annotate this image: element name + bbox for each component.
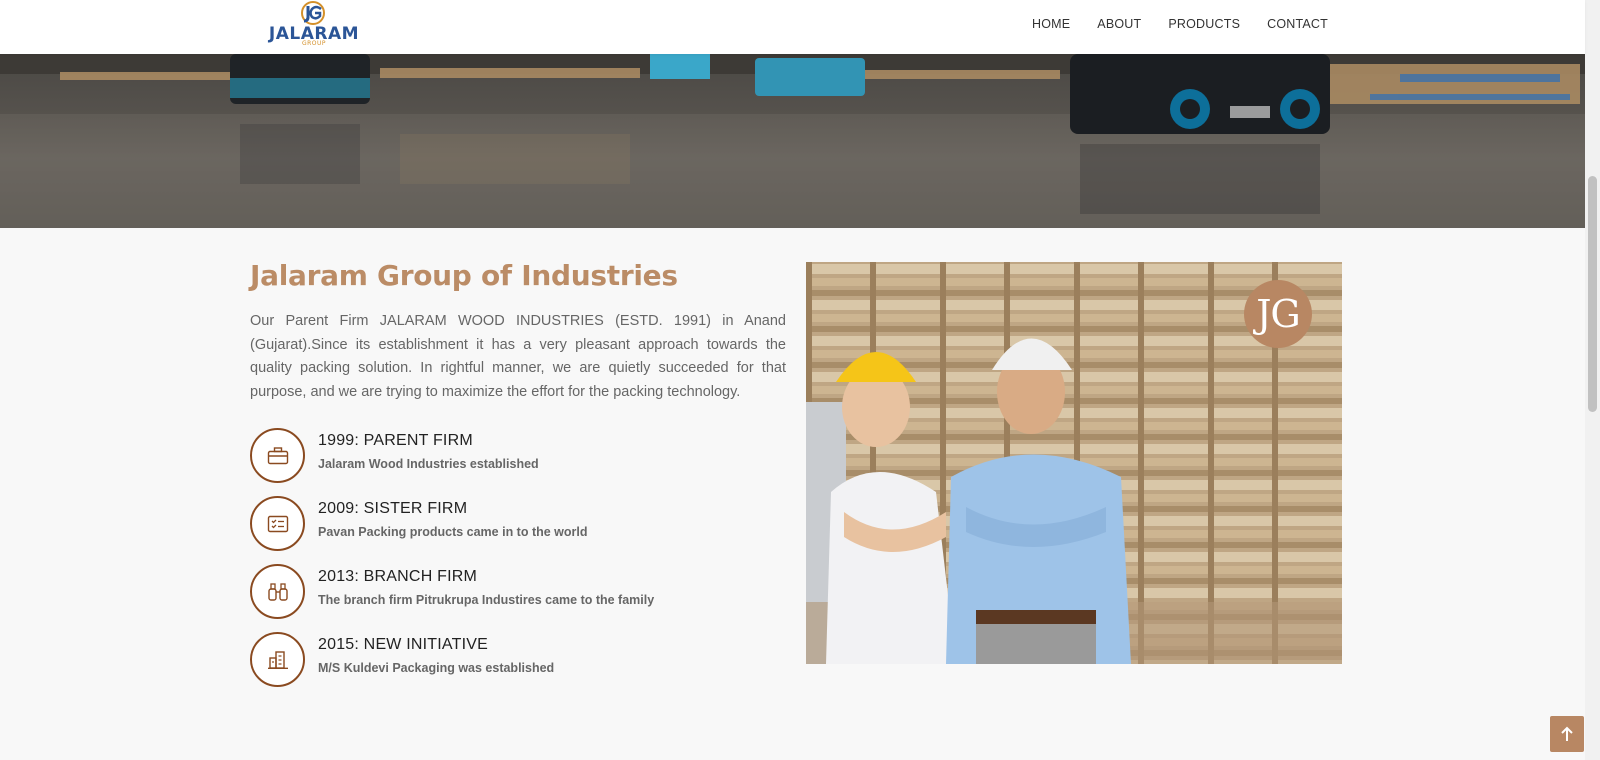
milestone-item: 2013: BRANCH FIRM The branch firm Pitruk… [250, 564, 790, 620]
main-nav: HOME ABOUT PRODUCTS CONTACT [1005, 17, 1328, 31]
milestone-item: 1999: PARENT FIRM Jalaram Wood Industrie… [250, 428, 790, 484]
jg-badge: JG [1244, 280, 1312, 348]
milestone-title: 2009: SISTER FIRM [318, 500, 468, 517]
page-scrollbar[interactable] [1585, 0, 1600, 760]
hero-banner-image [0, 54, 1585, 228]
logo-subtitle: GROUP [301, 40, 327, 47]
intro-paragraph: Our Parent Firm JALARAM WOOD INDUSTRIES … [250, 313, 786, 400]
milestone-description: Jalaram Wood Industries established [318, 457, 539, 471]
nav-contact[interactable]: CONTACT [1267, 17, 1328, 31]
milestone-item: 2009: SISTER FIRM Pavan Packing products… [250, 496, 790, 552]
milestone-title: 1999: PARENT FIRM [318, 432, 473, 449]
milestone-item: 2015: NEW INITIATIVE M/S Kuldevi Packagi… [250, 632, 790, 688]
binoculars-icon [250, 564, 305, 619]
arrow-up-icon [1561, 726, 1573, 741]
milestone-title: 2013: BRANCH FIRM [318, 568, 477, 585]
nav-home[interactable]: HOME [1032, 17, 1070, 31]
building-icon [250, 632, 305, 687]
jalaram-logo[interactable]: JALARAM GROUP [266, 0, 362, 52]
milestone-description: Pavan Packing products came in to the wo… [318, 525, 588, 539]
warehouse-illustration [0, 54, 1585, 228]
section-title: Jalaram Group of Industries [250, 259, 678, 292]
briefcase-icon [250, 428, 305, 483]
milestone-description: M/S Kuldevi Packaging was established [318, 661, 555, 675]
back-to-top-button[interactable] [1550, 716, 1584, 752]
scrollbar-thumb[interactable] [1588, 176, 1597, 412]
card-list-icon [250, 496, 305, 551]
site-header: JALARAM GROUP HOME ABOUT PRODUCTS CONTAC… [0, 0, 1585, 54]
workers-photo: JG [806, 262, 1342, 664]
milestone-title: 2015: NEW INITIATIVE [318, 636, 488, 653]
nav-products[interactable]: PRODUCTS [1168, 17, 1240, 31]
nav-about[interactable]: ABOUT [1097, 17, 1141, 31]
milestone-description: The branch firm Pitrukrupa Industires ca… [318, 593, 655, 607]
